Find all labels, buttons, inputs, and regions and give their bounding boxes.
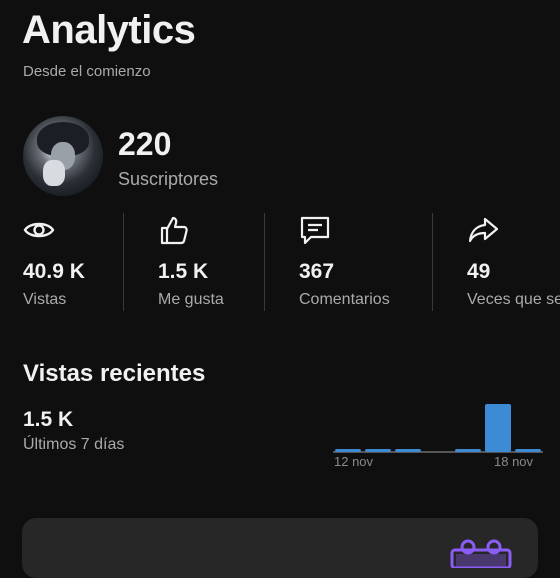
stat-value: 1.5 K bbox=[158, 260, 209, 283]
avatar[interactable] bbox=[23, 116, 103, 196]
share-icon bbox=[467, 214, 499, 246]
stat-value: 40.9 K bbox=[23, 260, 85, 283]
gift-icon bbox=[446, 538, 516, 570]
thumbs-up-icon bbox=[158, 214, 190, 246]
page-title: Analytics bbox=[22, 8, 196, 52]
divider bbox=[123, 213, 124, 311]
chart-bar bbox=[515, 449, 541, 452]
chart-bar bbox=[335, 449, 361, 452]
stat-likes[interactable]: 1.5 K Me gusta bbox=[158, 214, 224, 308]
stat-label: Me gusta bbox=[158, 291, 224, 308]
eye-icon bbox=[23, 214, 55, 246]
x-tick-label: 12 nov bbox=[334, 454, 374, 469]
divider bbox=[432, 213, 433, 311]
stat-views[interactable]: 40.9 K Vistas bbox=[23, 214, 85, 308]
chart-bar bbox=[485, 404, 511, 452]
chart-bar bbox=[365, 449, 391, 452]
recent-views-value: 1.5 K bbox=[23, 408, 74, 431]
stat-label: Veces que se bbox=[467, 291, 560, 308]
stat-label: Comentarios bbox=[299, 291, 390, 308]
chart-svg bbox=[333, 404, 543, 453]
subscribers-label: Suscriptores bbox=[118, 169, 219, 189]
stat-value: 49 bbox=[467, 260, 491, 283]
divider bbox=[264, 213, 265, 311]
chart-bar bbox=[395, 449, 421, 452]
chart-bar bbox=[455, 449, 481, 452]
comment-icon bbox=[299, 214, 331, 246]
recent-views-chart[interactable]: 12 nov 18 nov bbox=[333, 392, 543, 472]
stat-shares[interactable]: 49 Veces que se bbox=[467, 214, 560, 308]
subscribers-count: 220 bbox=[118, 126, 172, 162]
stat-comments[interactable]: 367 Comentarios bbox=[299, 214, 390, 308]
page-subtitle: Desde el comienzo bbox=[23, 63, 151, 80]
x-tick-label: 18 nov bbox=[494, 454, 534, 469]
stat-value: 367 bbox=[299, 260, 335, 283]
stat-label: Vistas bbox=[23, 291, 67, 308]
recent-views-period: Últimos 7 días bbox=[23, 436, 125, 453]
recent-views-title: Vistas recientes bbox=[23, 360, 206, 387]
